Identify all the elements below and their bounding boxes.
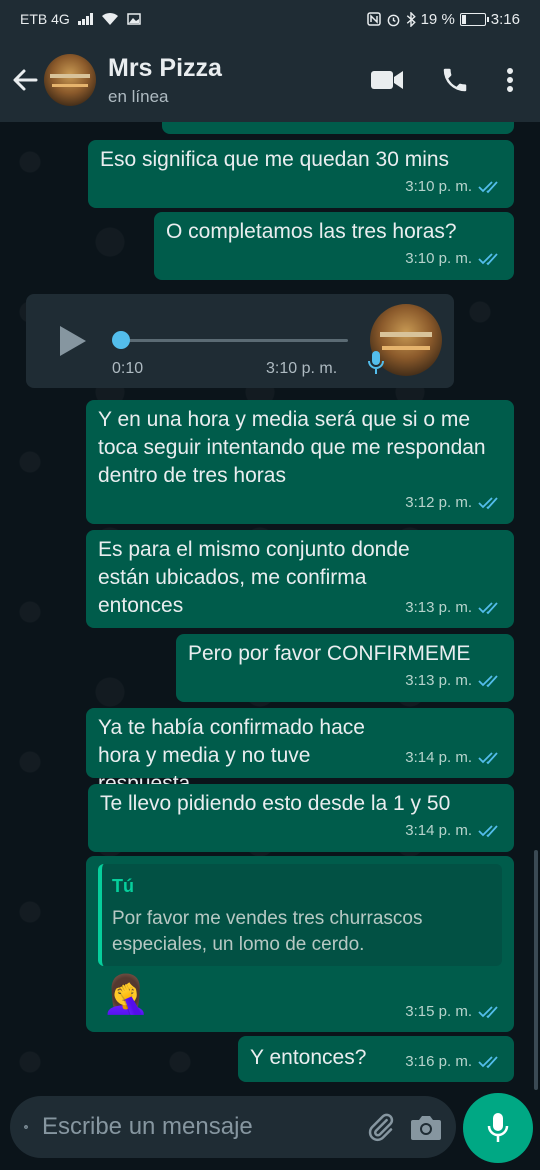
double-check-icon — [478, 752, 498, 765]
quoted-author: Tú — [112, 876, 134, 896]
quoted-text: Por favor me vendes tres churrascos espe… — [112, 908, 423, 955]
contact-status: en línea — [108, 86, 169, 106]
message-input-container — [10, 1096, 456, 1158]
more-options-icon[interactable] — [506, 67, 514, 93]
phone-icon[interactable] — [440, 65, 470, 95]
chat-header: Mrs Pizza en línea — [0, 38, 540, 122]
message-bubble[interactable]: Es para el mismo conjunto donde están ub… — [86, 530, 514, 628]
double-check-icon — [478, 497, 498, 510]
microphone-icon — [368, 351, 384, 374]
gallery-notification-icon — [127, 13, 141, 25]
message-time: 3:10 p. m. — [266, 360, 338, 377]
chat-area[interactable]: Eso significa que me quedan 30 mins 3:10… — [0, 122, 540, 1090]
message-bubble[interactable]: O completamos las tres horas? 3:10 p. m. — [154, 212, 514, 280]
carrier-label: ETB 4G — [20, 11, 70, 27]
video-call-icon[interactable] — [370, 69, 404, 91]
audio-progress-handle[interactable] — [112, 331, 130, 349]
camera-icon[interactable] — [410, 1113, 442, 1141]
message-bubble[interactable]: Y entonces? 3:16 p. m. — [238, 1036, 514, 1082]
message-time: 3:13 p. m. — [405, 672, 472, 689]
message-bubble[interactable]: Pero por favor CONFIRMEME 3:13 p. m. — [176, 634, 514, 702]
battery-percent: 19 % — [420, 10, 455, 28]
message-bubble[interactable]: Eso significa que me quedan 30 mins 3:10… — [88, 140, 514, 208]
signal-icon — [77, 13, 93, 25]
message-time: 3:10 p. m. — [405, 178, 472, 195]
message-bubble-reply[interactable]: Tú Por favor me vendes tres churrascos e… — [86, 856, 514, 1032]
contact-info[interactable]: Mrs Pizza en línea — [108, 54, 222, 107]
message-time: 3:14 p. m. — [405, 822, 472, 839]
alarm-icon — [387, 14, 399, 26]
wifi-icon — [101, 12, 118, 25]
message-composer — [0, 1090, 540, 1170]
double-check-icon — [478, 1056, 498, 1069]
emoji-icon[interactable] — [24, 1112, 28, 1142]
attach-icon[interactable] — [366, 1112, 396, 1142]
play-icon[interactable] — [58, 324, 88, 358]
message-text: Pero por favor CONFIRMEME — [188, 642, 471, 665]
double-check-icon — [478, 602, 498, 615]
message-bubble[interactable]: Ya te había confirmado hace hora y media… — [86, 708, 514, 795]
message-bubble[interactable]: Te llevo pidiendo esto desde la 1 y 50 3… — [88, 784, 514, 852]
message-time: 3:10 p. m. — [405, 250, 472, 267]
message-time: 3:13 p. m. — [405, 599, 472, 616]
nfc-icon — [366, 12, 381, 26]
message-time: 3:14 p. m. — [405, 749, 472, 766]
back-arrow-icon[interactable] — [10, 65, 40, 95]
audio-progress-track[interactable] — [118, 339, 348, 342]
contact-name: Mrs Pizza — [108, 53, 222, 82]
audio-message[interactable]: 0:10 3:10 p. m. — [26, 294, 454, 388]
quoted-message[interactable]: Tú Por favor me vendes tres churrascos e… — [98, 864, 502, 966]
message-text: Es para el mismo conjunto donde están ub… — [98, 538, 410, 617]
microphone-icon — [487, 1113, 509, 1142]
voice-message-button[interactable] — [463, 1093, 533, 1163]
double-check-icon — [478, 181, 498, 194]
message-text: O completamos las tres horas? — [166, 220, 457, 243]
scrollbar[interactable] — [534, 850, 538, 1090]
double-check-icon — [478, 675, 498, 688]
avatar[interactable] — [44, 54, 96, 106]
message-time: 3:15 p. m. — [405, 1003, 472, 1020]
double-check-icon — [478, 1006, 498, 1019]
bluetooth-icon — [406, 11, 416, 27]
double-check-icon — [478, 825, 498, 838]
double-check-icon — [478, 253, 498, 266]
audio-duration: 0:10 — [112, 360, 144, 377]
clock: 3:16 — [490, 10, 520, 28]
message-time: 3:12 p. m. — [405, 494, 472, 511]
status-bar: ETB 4G 19 % 3:16 — [0, 0, 540, 38]
message-time: 3:16 p. m. — [405, 1053, 472, 1070]
battery-icon — [459, 12, 489, 26]
message-bubble[interactable]: Y en una hora y media será que si o me t… — [86, 400, 514, 524]
message-text: Te llevo pidiendo esto desde la 1 y 50 — [100, 792, 451, 815]
message-input[interactable] — [42, 1113, 352, 1141]
message-bubble-partial — [162, 122, 514, 134]
message-text: Eso significa que me quedan 30 mins — [100, 148, 450, 171]
message-text: Y en una hora y media será que si o me t… — [98, 408, 486, 487]
